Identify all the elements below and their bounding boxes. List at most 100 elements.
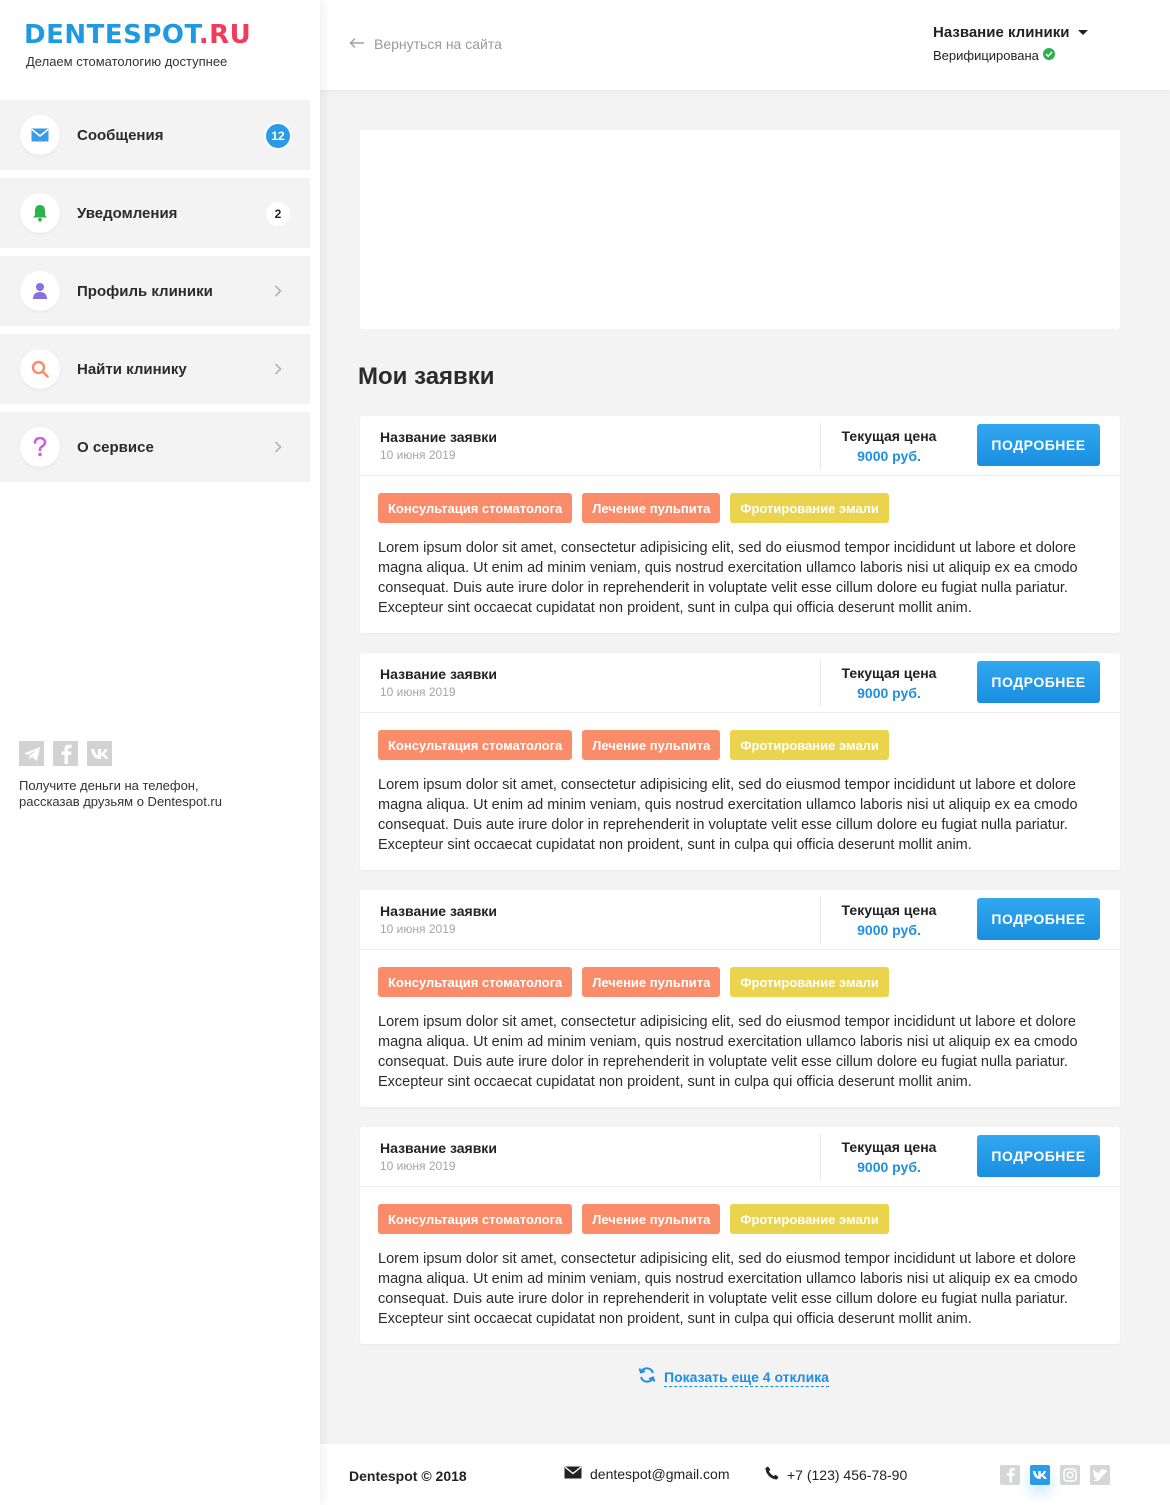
divider bbox=[820, 1134, 821, 1180]
service-tag[interactable]: Консультация стоматолога bbox=[378, 730, 573, 760]
request-date: 10 июня 2019 bbox=[380, 685, 456, 699]
sidebar-item-label: Уведомления bbox=[77, 204, 178, 222]
notifications-count-badge: 2 bbox=[266, 202, 290, 226]
request-card: Название заявки 10 июня 2019 Текущая цен… bbox=[360, 653, 1120, 870]
footer-email-link[interactable]: dentespot@gmail.com bbox=[564, 1466, 730, 1482]
arrow-left-icon bbox=[349, 36, 374, 52]
request-title: Название заявки bbox=[380, 903, 497, 919]
service-tags: Консультация стоматолога Лечение пульпит… bbox=[378, 493, 889, 523]
caret-down-icon bbox=[1078, 30, 1089, 35]
price-label: Текущая цена bbox=[841, 665, 937, 681]
page-title: Мои заявки bbox=[358, 363, 495, 390]
chevron-right-icon bbox=[274, 284, 282, 302]
request-date: 10 июня 2019 bbox=[380, 1159, 456, 1173]
chevron-right-icon bbox=[274, 362, 282, 380]
service-tag[interactable]: Лечение пульпита bbox=[582, 1204, 721, 1234]
service-tag[interactable]: Лечение пульпита bbox=[582, 730, 721, 760]
verification-status-label: Верифицирована bbox=[933, 48, 1039, 63]
clinic-name: Название клиники bbox=[933, 24, 1070, 41]
messages-count-badge: 12 bbox=[266, 124, 290, 148]
request-card: Название заявки 10 июня 2019 Текущая цен… bbox=[360, 890, 1120, 1107]
show-more-link[interactable]: Показать еще 4 отклика bbox=[638, 1366, 829, 1389]
footer-phone: +7 (123) 456-78-90 bbox=[787, 1466, 908, 1483]
details-button[interactable]: ПОДРОБНЕЕ bbox=[977, 898, 1100, 940]
divider bbox=[820, 660, 821, 706]
request-description: Lorem ipsum dolor sit amet, consectetur … bbox=[378, 540, 1078, 616]
envelope-icon bbox=[20, 115, 60, 155]
service-tag[interactable]: Фротирование эмали bbox=[730, 967, 889, 997]
request-title: Название заявки bbox=[380, 666, 497, 682]
sidebar-item-messages[interactable]: Сообщения 12 bbox=[0, 100, 310, 170]
details-button[interactable]: ПОДРОБНЕЕ bbox=[977, 661, 1100, 703]
sidebar-item-clinic-profile[interactable]: Профиль клиники bbox=[0, 256, 310, 326]
facebook-icon[interactable] bbox=[53, 741, 78, 766]
request-card-header: Название заявки 10 июня 2019 Текущая цен… bbox=[360, 890, 1120, 950]
share-block: Получите деньги на телефон, рассказав др… bbox=[19, 741, 259, 810]
request-date: 10 июня 2019 bbox=[380, 448, 456, 462]
show-more-label: Показать еще 4 отклика bbox=[664, 1368, 829, 1387]
banner-placeholder bbox=[360, 130, 1120, 329]
service-tags: Консультация стоматолога Лечение пульпит… bbox=[378, 967, 889, 997]
chevron-right-icon bbox=[274, 440, 282, 458]
details-button[interactable]: ПОДРОБНЕЕ bbox=[977, 424, 1100, 466]
share-promo-text: Получите деньги на телефон, рассказав др… bbox=[19, 778, 222, 809]
request-card-header: Название заявки 10 июня 2019 Текущая цен… bbox=[360, 653, 1120, 713]
logo-wordmark: DENTESPOT.RU bbox=[24, 20, 251, 50]
footer-email: dentespot@gmail.com bbox=[590, 1466, 730, 1482]
telegram-icon[interactable] bbox=[19, 741, 44, 766]
logo-tagline: Делаем стоматологию доступнее bbox=[26, 54, 228, 69]
service-tag[interactable]: Консультация стоматолога bbox=[378, 493, 573, 523]
service-tags: Консультация стоматолога Лечение пульпит… bbox=[378, 1204, 889, 1234]
vk-icon[interactable] bbox=[87, 741, 112, 766]
footer: Dentespot © 2018 dentespot@gmail.com +7 … bbox=[320, 1444, 1170, 1505]
facebook-icon[interactable] bbox=[1000, 1465, 1020, 1485]
sidebar-item-notifications[interactable]: Уведомления 2 bbox=[0, 178, 310, 248]
logo-suffix: .RU bbox=[198, 20, 252, 50]
logo[interactable]: DENTESPOT.RU Делаем стоматологию доступн… bbox=[24, 20, 251, 69]
price-value: 9000 руб. bbox=[857, 685, 921, 701]
request-card: Название заявки 10 июня 2019 Текущая цен… bbox=[360, 1127, 1120, 1344]
price-value: 9000 руб. bbox=[857, 922, 921, 938]
divider bbox=[820, 423, 821, 469]
envelope-icon bbox=[564, 1466, 590, 1482]
service-tag[interactable]: Консультация стоматолога bbox=[378, 967, 573, 997]
footer-social-icons bbox=[1000, 1465, 1110, 1485]
footer-copyright: Dentespot © 2018 bbox=[349, 1468, 467, 1484]
price-label: Текущая цена bbox=[841, 428, 937, 444]
price-value: 9000 руб. bbox=[857, 448, 921, 464]
question-icon bbox=[20, 427, 60, 467]
service-tag[interactable]: Консультация стоматолога bbox=[378, 1204, 573, 1234]
request-description: Lorem ipsum dolor sit amet, consectetur … bbox=[378, 777, 1078, 853]
clinic-account: Название клиники Верифицирована bbox=[933, 24, 1089, 63]
service-tag[interactable]: Лечение пульпита bbox=[582, 967, 721, 997]
instagram-icon[interactable] bbox=[1060, 1465, 1080, 1485]
footer-phone-link[interactable]: +7 (123) 456-78-90 bbox=[765, 1466, 907, 1483]
user-icon bbox=[20, 271, 60, 311]
service-tag[interactable]: Фротирование эмали bbox=[730, 1204, 889, 1234]
request-description: Lorem ipsum dolor sit amet, consectetur … bbox=[378, 1014, 1078, 1090]
clinic-dropdown[interactable]: Название клиники bbox=[933, 24, 1089, 41]
sidebar-item-find-clinic[interactable]: Найти клинику bbox=[0, 334, 310, 404]
verification-status: Верифицирована bbox=[933, 48, 1088, 63]
sidebar-item-label: Найти клинику bbox=[77, 360, 187, 378]
details-button[interactable]: ПОДРОБНЕЕ bbox=[977, 1135, 1100, 1177]
service-tag[interactable]: Фротирование эмали bbox=[730, 730, 889, 760]
request-card-header: Название заявки 10 июня 2019 Текущая цен… bbox=[360, 1127, 1120, 1187]
service-tag[interactable]: Лечение пульпита bbox=[582, 493, 721, 523]
back-to-site-label: Вернуться на сайта bbox=[374, 36, 502, 52]
request-date: 10 июня 2019 bbox=[380, 922, 456, 936]
sidebar-item-label: Сообщения bbox=[77, 126, 164, 144]
service-tags: Консультация стоматолога Лечение пульпит… bbox=[378, 730, 889, 760]
request-card: Название заявки 10 июня 2019 Текущая цен… bbox=[360, 416, 1120, 633]
vk-icon[interactable] bbox=[1030, 1465, 1050, 1485]
sidebar-item-about[interactable]: О сервисе bbox=[0, 412, 310, 482]
back-to-site-link[interactable]: Вернуться на сайта bbox=[349, 36, 502, 52]
top-header: Вернуться на сайта Название клиники Вери… bbox=[320, 0, 1170, 90]
bell-icon bbox=[20, 193, 60, 233]
service-tag[interactable]: Фротирование эмали bbox=[730, 493, 889, 523]
sidebar-item-label: Профиль клиники bbox=[77, 282, 213, 300]
twitter-icon[interactable] bbox=[1090, 1465, 1110, 1485]
price-label: Текущая цена bbox=[841, 902, 937, 918]
divider bbox=[820, 897, 821, 943]
price-value: 9000 руб. bbox=[857, 1159, 921, 1175]
